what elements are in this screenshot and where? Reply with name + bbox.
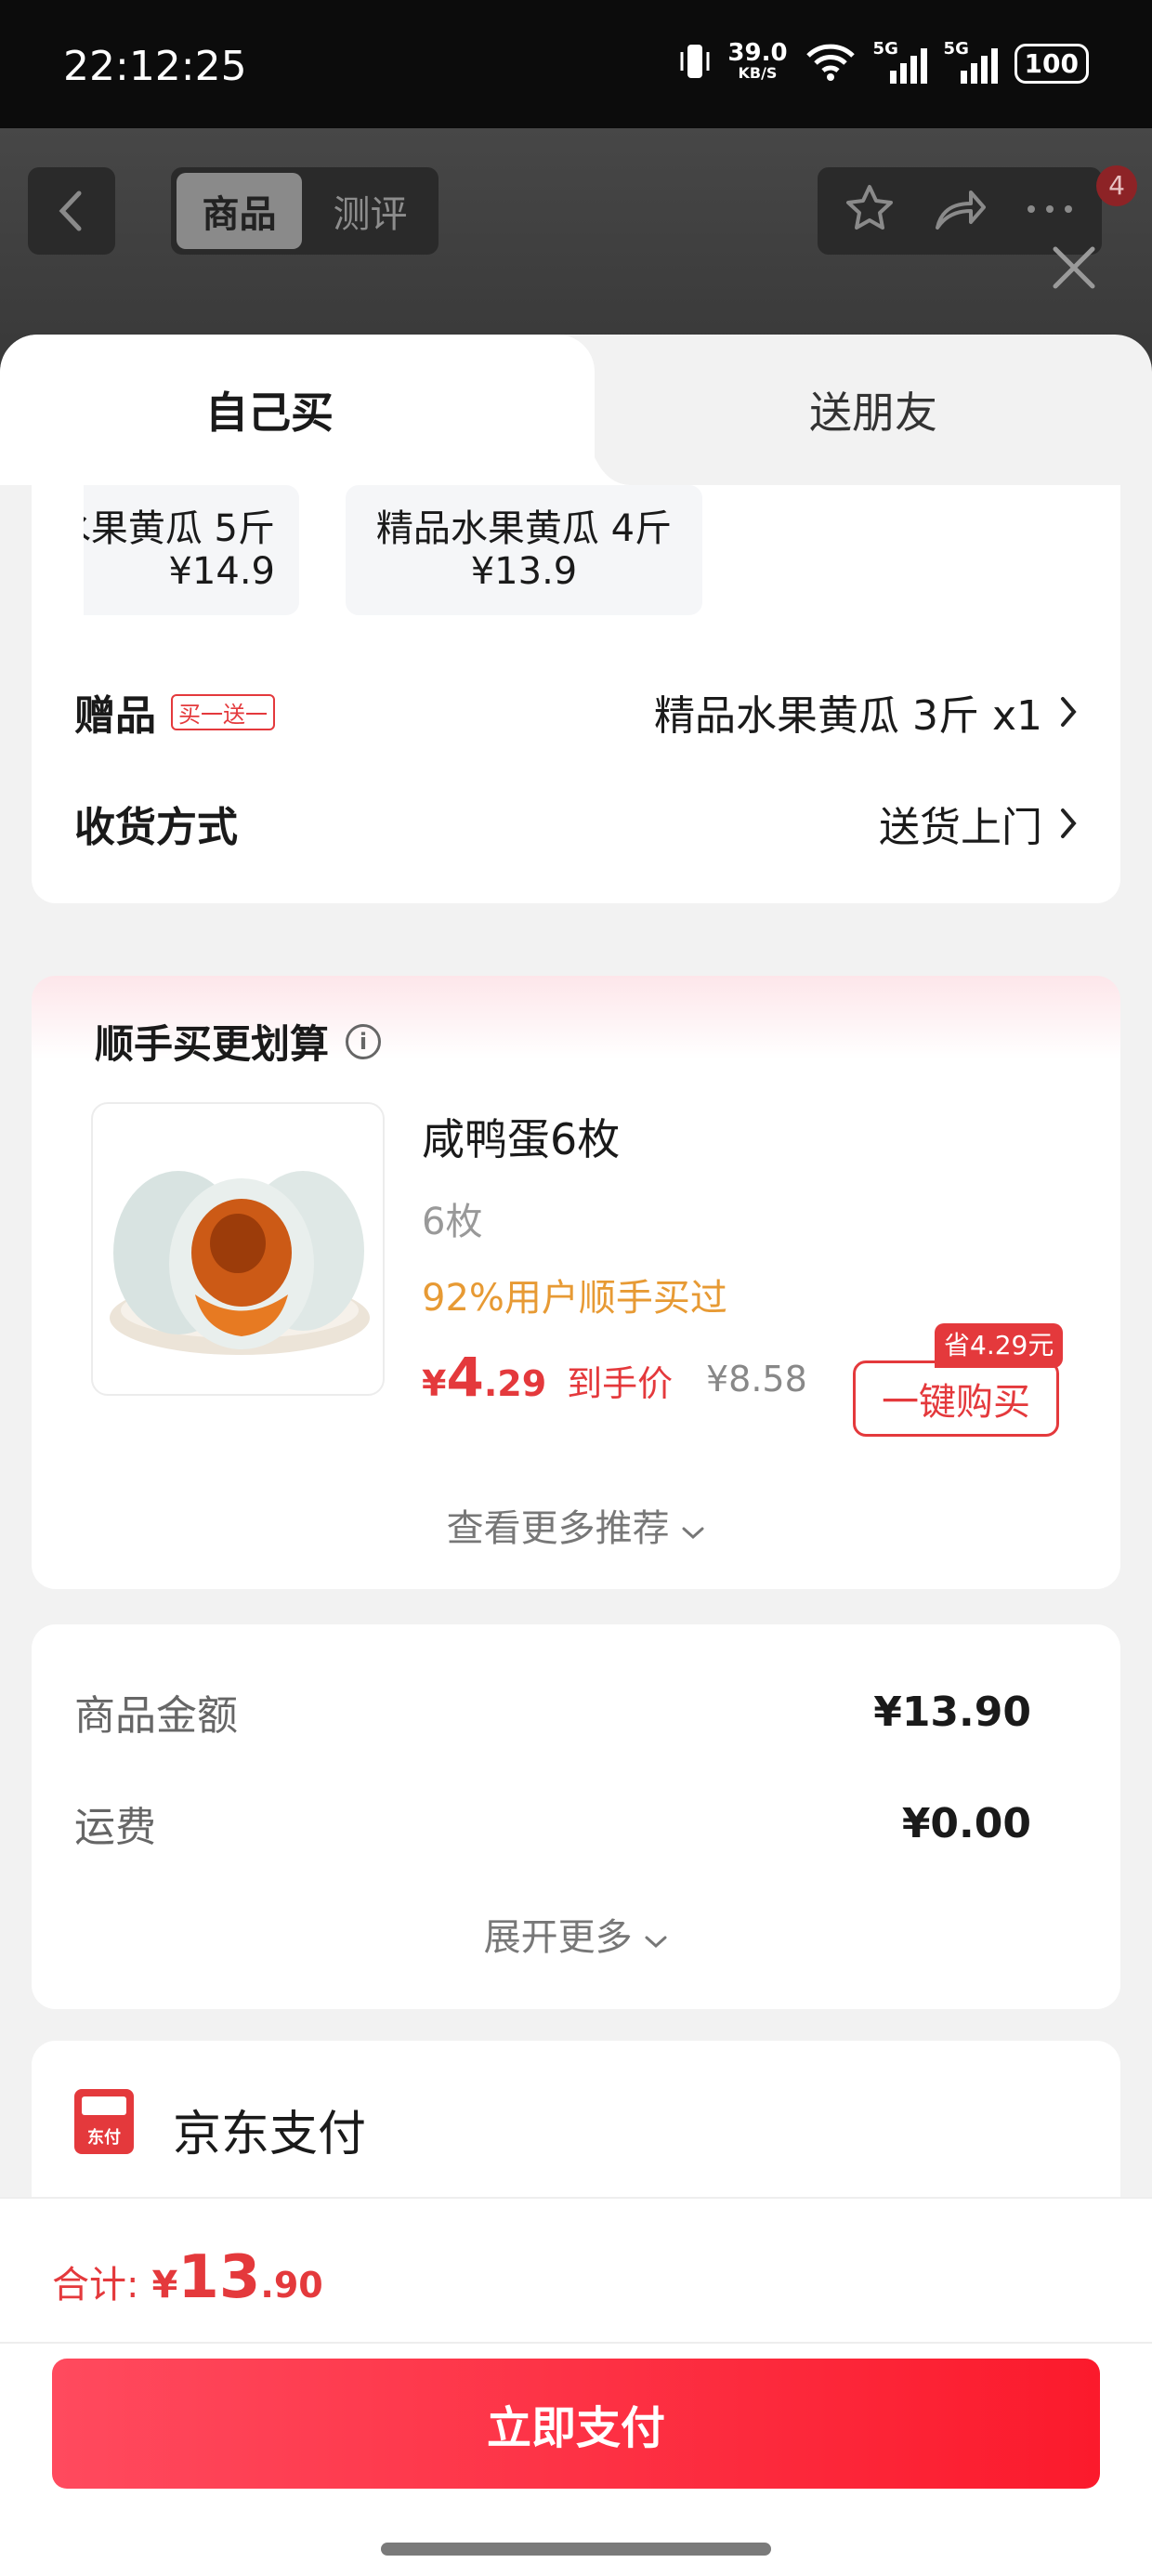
favorite-star-icon[interactable]	[842, 181, 897, 241]
chevron-right-icon	[1061, 808, 1077, 838]
status-time: 22:12:25	[63, 43, 247, 90]
save-amount-badge: 省4.29元	[935, 1323, 1064, 1368]
gift-value: 精品水果黄瓜 3斤 x1	[654, 692, 1042, 740]
delivery-label: 收货方式	[74, 804, 238, 851]
info-icon[interactable]: i	[346, 1023, 382, 1059]
total-amount: 合计: ¥13.90	[52, 2243, 323, 2312]
buy-one-get-one-tag: 买一送一	[171, 693, 275, 730]
summary-row-shipping: 运费 ¥0.00	[74, 1799, 1031, 1852]
home-indicator[interactable]	[381, 2543, 771, 2556]
spec-option-5jin[interactable]: 精品水果黄瓜 5斤 ¥14.9	[84, 485, 299, 615]
delivery-value: 送货上门	[879, 804, 1042, 851]
tab-gift-friend[interactable]: 送朋友	[595, 335, 1152, 485]
gift-row[interactable]: 赠品 买一送一 精品水果黄瓜 3斤 x1	[74, 682, 1078, 742]
rec-product-bought: 92%用户顺手买过	[422, 1277, 727, 1320]
order-options-card: 精品水果黄瓜 5斤 ¥14.9 精品水果黄瓜 4斤 ¥13.9 赠品买一送一 精…	[32, 485, 1120, 903]
spec-option-4jin[interactable]: 精品水果黄瓜 4斤 ¥13.9	[346, 485, 702, 615]
checkout-bar: 合计: ¥13.90 立即支付	[0, 2197, 1152, 2576]
rec-product-spec: 6枚	[422, 1201, 483, 1243]
battery-icon: 100	[1014, 43, 1089, 84]
close-icon	[1053, 246, 1095, 289]
product-image-salted-egg[interactable]	[91, 1102, 385, 1396]
gift-label: 赠品	[74, 692, 156, 740]
price-summary-card: 商品金额 ¥13.90 运费 ¥0.00 展开更多	[32, 1624, 1120, 2009]
product-tab-switcher: 商品 测评	[171, 167, 439, 255]
share-icon[interactable]	[930, 181, 989, 241]
status-bar: 22:12:25 39.0 KB/S 5G 5G 100	[0, 0, 1152, 128]
chevron-left-icon	[59, 191, 82, 231]
tab-product[interactable]: 商品	[177, 173, 302, 249]
jd-pay-icon: 东付	[74, 2089, 134, 2154]
tab-buy-self[interactable]: 自己买	[0, 335, 595, 485]
recommend-card: 顺手买更划算 i 咸鸭蛋6枚 6枚 92%用户顺手买过 ¥4.29 到手价 ¥8.5…	[32, 976, 1120, 1589]
divider	[0, 2342, 1152, 2344]
summary-row-goods: 商品金额 ¥13.90	[74, 1688, 1031, 1741]
product-header: 商品 测评 4	[0, 128, 1152, 344]
wifi-icon	[805, 41, 857, 85]
more-recommendations-link[interactable]: 查看更多推荐	[32, 1498, 1120, 1552]
spec-selector: 精品水果黄瓜 5斤 ¥14.9 精品水果黄瓜 4斤 ¥13.9	[84, 485, 1068, 615]
rec-product-price: ¥4.29 到手价	[422, 1346, 674, 1409]
expand-more-link[interactable]: 展开更多	[32, 1907, 1120, 1961]
more-icon[interactable]	[1022, 200, 1078, 222]
signal-icon-1: 5G	[873, 39, 927, 84]
cart-count-badge: 4	[1096, 165, 1137, 206]
rec-product-name[interactable]: 咸鸭蛋6枚	[422, 1106, 620, 1167]
signal-icon-2: 5G	[944, 39, 998, 84]
payment-method-label: 京东支付	[173, 2107, 367, 2162]
chevron-down-icon	[645, 1936, 667, 1949]
delivery-row[interactable]: 收货方式 送货上门	[74, 794, 1078, 853]
close-sheet-button[interactable]	[1048, 242, 1100, 294]
recommend-title: 顺手买更划算 i	[95, 1013, 382, 1070]
phone-vibrate-icon	[679, 41, 711, 85]
purchase-mode-tabs: 送朋友 自己买	[0, 335, 1152, 485]
chevron-right-icon	[1061, 697, 1077, 727]
pay-now-button[interactable]: 立即支付	[52, 2359, 1100, 2489]
rec-original-price: ¥8.58	[706, 1359, 807, 1400]
net-speed: 39.0 KB/S	[727, 39, 788, 82]
back-button[interactable]	[28, 167, 115, 255]
tab-review[interactable]: 测评	[308, 173, 433, 249]
one-click-buy-button[interactable]: 一键购买	[853, 1360, 1059, 1437]
status-icons: 39.0 KB/S 5G 5G 100	[679, 39, 1089, 85]
chevron-down-icon	[682, 1527, 704, 1540]
